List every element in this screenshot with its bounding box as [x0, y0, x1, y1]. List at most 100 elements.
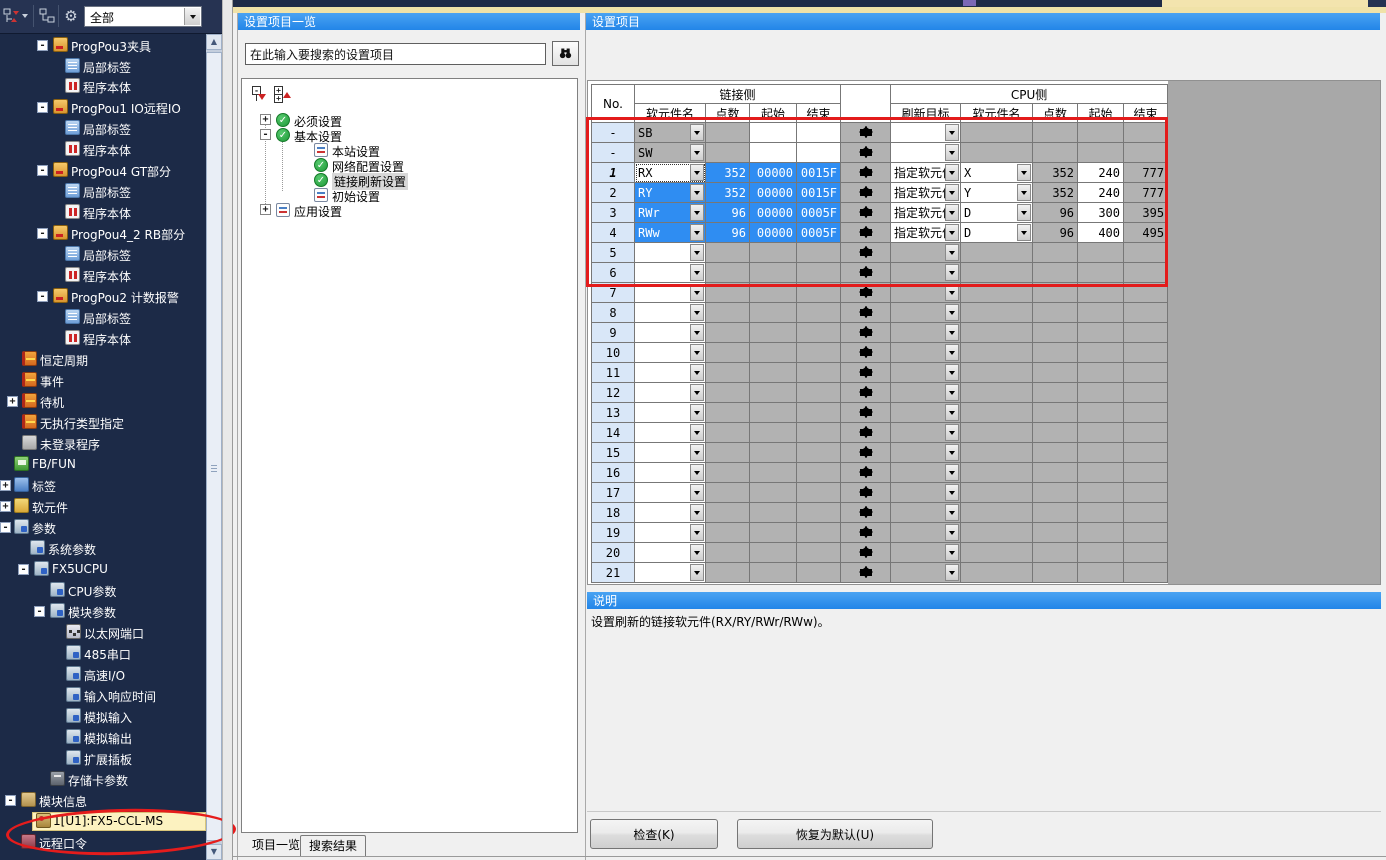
cell-cpu-points[interactable]: [1033, 143, 1078, 163]
collapse-expander-icon[interactable]: -: [37, 228, 48, 239]
cell-refresh-target[interactable]: [891, 423, 961, 443]
sidebar-item[interactable]: +软元件: [0, 497, 206, 516]
dropdown-icon[interactable]: [690, 564, 704, 581]
sidebar-item[interactable]: -模块参数: [0, 602, 206, 621]
cell-cpu-end[interactable]: [1124, 343, 1168, 363]
cell-link-device[interactable]: [635, 303, 706, 323]
cell-cpu-device[interactable]: [961, 423, 1033, 443]
cell-cpu-end[interactable]: [1124, 263, 1168, 283]
sidebar-item[interactable]: -ProgPou4_2 RB部分: [0, 224, 206, 243]
dropdown-icon[interactable]: [690, 324, 704, 341]
dropdown-icon[interactable]: [945, 504, 959, 521]
cell-link-device[interactable]: [635, 503, 706, 523]
cell-link-end[interactable]: [797, 143, 841, 163]
check-button[interactable]: 检查(K): [590, 819, 718, 849]
cell-link-device[interactable]: [635, 403, 706, 423]
sidebar-item[interactable]: CPU参数: [0, 581, 206, 600]
dropdown-icon[interactable]: [690, 444, 704, 461]
cell-cpu-end[interactable]: [1124, 143, 1168, 163]
cell-cpu-device[interactable]: [961, 263, 1033, 283]
sidebar-item[interactable]: 高速I/O: [0, 665, 206, 684]
dropdown-icon[interactable]: [945, 264, 959, 281]
dropdown-icon[interactable]: [690, 364, 704, 381]
sidebar-item[interactable]: -模块信息: [0, 791, 206, 810]
cell-link-device[interactable]: [635, 523, 706, 543]
cell-link-start[interactable]: [750, 563, 797, 583]
cell-cpu-device[interactable]: [961, 283, 1033, 303]
expand-expander-icon[interactable]: +: [0, 480, 11, 491]
dropdown-icon[interactable]: [945, 204, 959, 221]
cell-cpu-device[interactable]: [961, 463, 1033, 483]
cell-cpu-end[interactable]: [1124, 283, 1168, 303]
cell-link-start[interactable]: [750, 463, 797, 483]
cell-link-end[interactable]: [797, 543, 841, 563]
cell-cpu-points[interactable]: [1033, 463, 1078, 483]
dropdown-icon[interactable]: [945, 544, 959, 561]
search-button[interactable]: [552, 41, 579, 66]
sidebar-item[interactable]: +标签: [0, 476, 206, 495]
sidebar-item[interactable]: 扩展插板: [0, 749, 206, 768]
cell-cpu-start[interactable]: [1078, 343, 1124, 363]
cell-link-points[interactable]: [706, 263, 750, 283]
cell-cpu-device[interactable]: [961, 563, 1033, 583]
cell-link-start[interactable]: [750, 443, 797, 463]
cell-cpu-points[interactable]: 96: [1033, 203, 1078, 223]
cell-link-points[interactable]: [706, 463, 750, 483]
cell-link-device[interactable]: [635, 343, 706, 363]
collapse-expander-icon[interactable]: -: [18, 564, 29, 575]
dropdown-icon[interactable]: [690, 544, 704, 561]
dropdown-icon[interactable]: [1017, 224, 1031, 241]
sidebar-item[interactable]: 局部标签: [0, 182, 206, 201]
dropdown-icon[interactable]: [945, 324, 959, 341]
cell-cpu-device[interactable]: [961, 443, 1033, 463]
scrollbar-up-icon[interactable]: ▲: [206, 34, 222, 50]
cell-link-device[interactable]: [635, 283, 706, 303]
cell-cpu-end[interactable]: [1124, 123, 1168, 143]
cell-cpu-start[interactable]: 240: [1078, 163, 1124, 183]
cell-cpu-start[interactable]: [1078, 523, 1124, 543]
settings-tree-item[interactable]: -基本设置: [242, 128, 577, 143]
cell-refresh-target[interactable]: [891, 283, 961, 303]
tree-structure-icon[interactable]: [39, 7, 57, 25]
dropdown-icon[interactable]: [690, 264, 704, 281]
cell-link-points[interactable]: [706, 363, 750, 383]
dropdown-icon[interactable]: [690, 204, 704, 221]
cell-cpu-start[interactable]: 300: [1078, 203, 1124, 223]
cell-refresh-target[interactable]: [891, 563, 961, 583]
dropdown-icon[interactable]: [945, 284, 959, 301]
cell-link-points[interactable]: [706, 403, 750, 423]
cell-link-start[interactable]: 00000: [750, 203, 797, 223]
cell-cpu-end[interactable]: 777: [1124, 163, 1168, 183]
sidebar-item[interactable]: -ProgPou2 计数报警: [0, 287, 206, 306]
sidebar-scrollbar[interactable]: ▲ ▼: [206, 34, 222, 860]
dropdown-icon[interactable]: [690, 144, 704, 161]
sidebar-item[interactable]: 程序本体: [0, 140, 206, 159]
cell-link-points[interactable]: [706, 283, 750, 303]
cell-link-start[interactable]: [750, 283, 797, 303]
cell-link-end[interactable]: 0005F: [797, 203, 841, 223]
cell-cpu-device[interactable]: [961, 343, 1033, 363]
cell-refresh-target[interactable]: [891, 343, 961, 363]
cell-link-start[interactable]: [750, 423, 797, 443]
cell-cpu-points[interactable]: [1033, 343, 1078, 363]
sidebar-item[interactable]: 模拟输入: [0, 707, 206, 726]
cell-link-start[interactable]: [750, 303, 797, 323]
cell-refresh-target[interactable]: 指定软元件: [891, 183, 961, 203]
cell-cpu-points[interactable]: [1033, 123, 1078, 143]
cell-refresh-target[interactable]: [891, 483, 961, 503]
cell-cpu-end[interactable]: [1124, 443, 1168, 463]
cell-link-start[interactable]: [750, 523, 797, 543]
cell-refresh-target[interactable]: [891, 123, 961, 143]
dropdown-icon[interactable]: [690, 224, 704, 241]
sidebar-item[interactable]: +待机: [0, 392, 206, 411]
cell-link-start[interactable]: [750, 143, 797, 163]
dropdown-icon[interactable]: [945, 564, 959, 581]
cell-link-device[interactable]: [635, 483, 706, 503]
cell-link-end[interactable]: [797, 303, 841, 323]
collapse-expander-icon[interactable]: -: [34, 606, 45, 617]
cell-cpu-end[interactable]: [1124, 403, 1168, 423]
cell-cpu-end[interactable]: [1124, 383, 1168, 403]
cell-cpu-start[interactable]: [1078, 243, 1124, 263]
cell-cpu-start[interactable]: [1078, 123, 1124, 143]
cell-cpu-end[interactable]: 495: [1124, 223, 1168, 243]
